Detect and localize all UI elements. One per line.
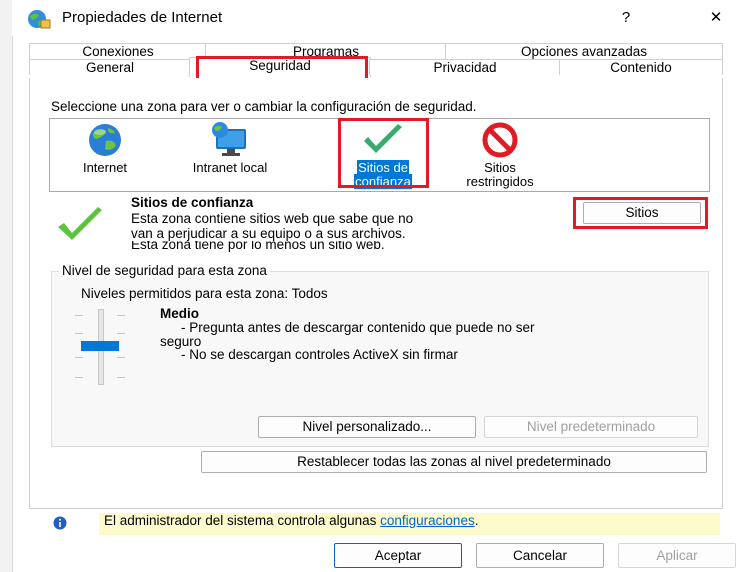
zone-restricted-label-line2: restringidos (466, 174, 534, 189)
large-checkmark-icon (55, 205, 105, 246)
window-title: Propiedades de Internet (62, 9, 223, 26)
custom-level-button[interactable]: Nivel personalizado... (258, 416, 476, 438)
zone-info-desc-line3: Esta zona tiene por lo menos un sitio we… (131, 241, 385, 252)
admin-notice: El administrador del sistema controla al… (104, 513, 479, 528)
tab-general[interactable]: General (29, 59, 191, 75)
allowed-levels-text: Niveles permitidos para esta zona: Todos (81, 286, 328, 301)
tab-opciones-avanzadas[interactable]: Opciones avanzadas (445, 43, 723, 59)
level-name: Medio (160, 306, 199, 321)
internet-options-icon (27, 8, 51, 33)
level-bullet1-line1: - Pregunta antes de descargar contenido … (181, 320, 535, 335)
zone-info-desc-line1: Esta zona contiene sitios web que sabe q… (131, 211, 414, 226)
zone-instruction: Seleccione una zona para ver o cambiar l… (51, 99, 477, 114)
zone-sitios-restringidos[interactable]: Sitios restringidos (455, 121, 545, 189)
level-bullet2: - No se descargan controles ActiveX sin … (181, 347, 458, 362)
zone-restricted-label-line1: Sitios (484, 160, 516, 175)
slider-thumb[interactable] (81, 341, 119, 351)
apply-button[interactable]: Aplicar (618, 543, 736, 568)
accept-button[interactable]: Aceptar (334, 543, 462, 568)
zone-intranet-label: Intranet local (192, 160, 268, 175)
zone-info-title: Sitios de confianza (131, 195, 254, 210)
reset-all-zones-button[interactable]: Restablecer todas las zonas al nivel pre… (201, 451, 707, 473)
admin-notice-text: El administrador del sistema controla al… (104, 513, 381, 528)
default-level-button[interactable]: Nivel predeterminado (484, 416, 698, 438)
zone-internet-label: Internet (82, 160, 128, 175)
security-level-slider[interactable] (75, 309, 125, 385)
cancel-button[interactable]: Cancelar (476, 543, 604, 568)
info-icon (53, 516, 67, 533)
prohibited-icon (455, 121, 545, 159)
globe-icon (70, 121, 140, 159)
zone-intranet-local[interactable]: Intranet local (180, 121, 280, 175)
highlight-trusted-zone (338, 118, 429, 188)
help-button[interactable]: ? (612, 6, 640, 30)
highlight-sites-button (573, 197, 708, 229)
configuraciones-link[interactable]: configuraciones (380, 513, 475, 528)
background-window-edge (0, 0, 13, 572)
tab-privacidad[interactable]: Privacidad (369, 59, 561, 75)
tab-contenido[interactable]: Contenido (559, 59, 723, 75)
zone-info-desc-line2: van a perjudicar a su equipo o a sus arc… (131, 226, 406, 241)
tab-conexiones[interactable]: Conexiones (29, 43, 207, 59)
close-button[interactable]: ✕ (702, 6, 730, 30)
title-bar: Propiedades de Internet ? ✕ (12, 0, 743, 36)
security-level-group-title: Nivel de seguridad para esta zona (59, 263, 270, 278)
zone-internet[interactable]: Internet (70, 121, 140, 175)
intranet-icon (180, 121, 280, 159)
